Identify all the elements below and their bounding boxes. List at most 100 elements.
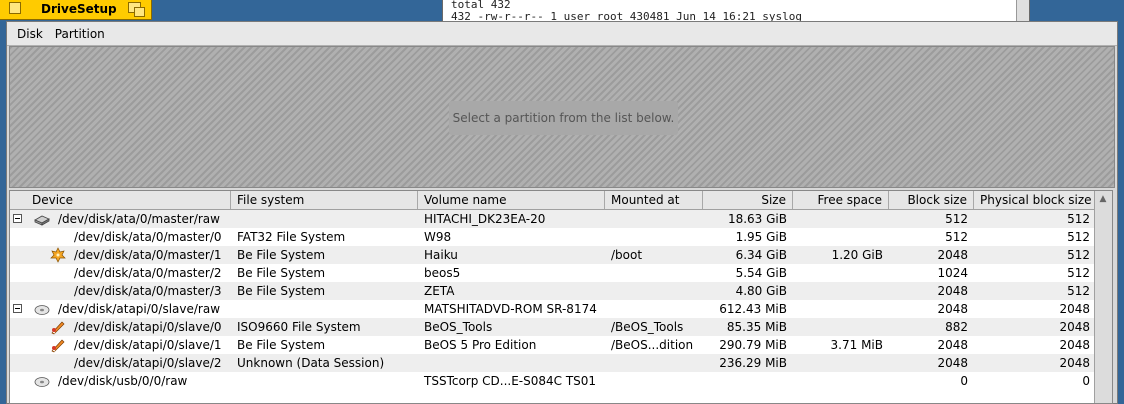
volume-name-cell: BeOS_Tools: [424, 320, 493, 334]
volume-name-cell: [418, 354, 605, 372]
volume-name-cell: MATSHITADVD-ROM SR-8174: [424, 302, 597, 316]
free-space-cell: [793, 264, 889, 282]
block-size-cell: 2048: [937, 248, 968, 262]
table-row[interactable]: /dev/disk/atapi/0/slave/2 Unknown (Data S…: [10, 354, 1096, 372]
window-tab[interactable]: DriveSetup: [0, 0, 152, 20]
zoom-button[interactable]: [128, 2, 145, 17]
column-header-device[interactable]: Device: [10, 191, 231, 209]
physical-block-size-cell: 2048: [1059, 320, 1090, 334]
partition-list[interactable]: Device File system Volume name Mounted a…: [9, 190, 1113, 404]
free-space-cell: [793, 318, 889, 336]
column-header-physical-block-size[interactable]: Physical block size: [974, 191, 1096, 209]
close-button[interactable]: [9, 2, 21, 14]
size-cell: 236.29 MiB: [719, 356, 787, 370]
free-space-cell: 3.71 MiB: [830, 338, 883, 352]
table-row[interactable]: /dev/disk/ata/0/master/0 FAT32 File Syste…: [10, 228, 1096, 246]
filesystem-cell: Unknown (Data Session): [237, 356, 385, 370]
column-header-filesystem[interactable]: File system: [231, 191, 418, 209]
filesystem-cell: [231, 210, 418, 228]
free-space-cell: [793, 300, 889, 318]
window-title: DriveSetup: [41, 2, 117, 16]
drivesetup-window: Disk Partition Select a partition from t…: [6, 21, 1118, 404]
table-row[interactable]: /dev/disk/usb/0/0/raw TSSTcorp CD...E-S08…: [10, 372, 1096, 390]
background-terminal-window: total 432 432 -rw-r--r-- 1 user root 430…: [442, 0, 1030, 22]
size-cell: 6.34 GiB: [735, 248, 787, 262]
volume-name-cell: HITACHI_DK23EA-20: [424, 212, 546, 226]
device-cell: /dev/disk/ata/0/master/raw: [58, 212, 220, 226]
menu-partition[interactable]: Partition: [49, 27, 111, 41]
table-row[interactable]: /dev/disk/ata/0/master/1 Be File System Ha…: [10, 246, 1096, 264]
column-header-mounted-at[interactable]: Mounted at: [605, 191, 703, 209]
device-cell: /dev/disk/ata/0/master/2: [74, 266, 222, 280]
filesystem-cell: [231, 300, 418, 318]
filesystem-cell: FAT32 File System: [237, 230, 346, 244]
mounted-at-cell: [605, 354, 703, 372]
column-header-row: Device File system Volume name Mounted a…: [10, 191, 1096, 210]
mounted-at-cell: [605, 228, 703, 246]
partition-rows: /dev/disk/ata/0/master/raw HITACHI_DK23EA…: [10, 210, 1096, 390]
volume-name-cell: W98: [424, 230, 452, 244]
free-space-cell: [793, 372, 889, 390]
column-header-size[interactable]: Size: [703, 191, 793, 209]
physical-block-size-cell: 0: [1082, 374, 1090, 388]
device-cell: /dev/disk/atapi/0/slave/2: [74, 356, 222, 370]
table-row[interactable]: /dev/disk/ata/0/master/raw HITACHI_DK23EA…: [10, 210, 1096, 228]
menu-disk[interactable]: Disk: [11, 27, 49, 41]
block-size-cell: 512: [945, 212, 968, 226]
size-cell: 1.95 GiB: [735, 230, 787, 244]
filesystem-cell: ISO9660 File System: [237, 320, 361, 334]
column-header-volume-name[interactable]: Volume name: [418, 191, 605, 209]
filesystem-cell: Be File System: [237, 284, 326, 298]
device-cell: /dev/disk/ata/0/master/3: [74, 284, 222, 298]
table-row[interactable]: /dev/disk/atapi/0/slave/0 ISO9660 File Sy…: [10, 318, 1096, 336]
table-row[interactable]: /dev/disk/atapi/0/slave/raw MATSHITADVD-R…: [10, 300, 1096, 318]
table-row[interactable]: /dev/disk/atapi/0/slave/1 Be File System B…: [10, 336, 1096, 354]
volume-name-cell: BeOS 5 Pro Edition: [424, 338, 537, 352]
mounted-at-cell: [605, 300, 703, 318]
size-cell: 5.54 GiB: [735, 266, 787, 280]
device-cell: /dev/disk/usb/0/0/raw: [58, 374, 188, 388]
physical-block-size-cell: 512: [1067, 230, 1090, 244]
physical-block-size-cell: 512: [1067, 212, 1090, 226]
column-header-block-size[interactable]: Block size: [889, 191, 974, 209]
size-cell: 4.80 GiB: [735, 284, 787, 298]
device-cell: /dev/disk/atapi/0/slave/1: [74, 338, 222, 352]
mounted-at-cell: [605, 282, 703, 300]
disk-layout-view[interactable]: Select a partition from the list below.: [9, 46, 1115, 188]
physical-block-size-cell: 2048: [1059, 302, 1090, 316]
free-space-cell: [793, 210, 889, 228]
mounted-at-cell: /BeOS...dition: [611, 338, 694, 352]
block-size-cell: 1024: [937, 266, 968, 280]
size-cell: 612.43 MiB: [719, 302, 787, 316]
list-vertical-scrollbar[interactable]: ▲: [1094, 191, 1112, 403]
block-size-cell: 2048: [937, 338, 968, 352]
terminal-scrollbar[interactable]: [1016, 0, 1029, 21]
block-size-cell: 2048: [937, 356, 968, 370]
table-row[interactable]: /dev/disk/ata/0/master/3 Be File System ZE…: [10, 282, 1096, 300]
filesystem-cell: Be File System: [237, 338, 326, 352]
free-space-cell: [793, 282, 889, 300]
device-cell: /dev/disk/atapi/0/slave/0: [74, 320, 222, 334]
device-cell: /dev/disk/atapi/0/slave/raw: [58, 302, 221, 316]
table-row[interactable]: /dev/disk/ata/0/master/2 Be File System be…: [10, 264, 1096, 282]
block-size-cell: 2048: [937, 284, 968, 298]
physical-block-size-cell: 2048: [1059, 338, 1090, 352]
free-space-cell: [793, 228, 889, 246]
physical-block-size-cell: 2048: [1059, 356, 1090, 370]
diskview-message: Select a partition from the list below.: [449, 101, 678, 135]
mounted-at-cell: [605, 210, 703, 228]
block-size-cell: 2048: [937, 302, 968, 316]
physical-block-size-cell: 512: [1067, 266, 1090, 280]
size-cell: 18.63 GiB: [727, 212, 787, 226]
physical-block-size-cell: 512: [1067, 248, 1090, 262]
volume-name-cell: TSSTcorp CD...E-S084C TS01: [424, 374, 597, 388]
scroll-up-arrow-icon[interactable]: ▲: [1097, 193, 1109, 205]
mounted-at-cell: /boot: [611, 248, 643, 262]
block-size-cell: 882: [945, 320, 968, 334]
filesystem-cell: [231, 372, 418, 390]
volume-name-cell: ZETA: [424, 284, 455, 298]
column-header-free-space[interactable]: Free space: [793, 191, 889, 209]
device-cell: /dev/disk/ata/0/master/1: [74, 248, 222, 262]
filesystem-cell: Be File System: [237, 248, 326, 262]
physical-block-size-cell: 512: [1067, 284, 1090, 298]
